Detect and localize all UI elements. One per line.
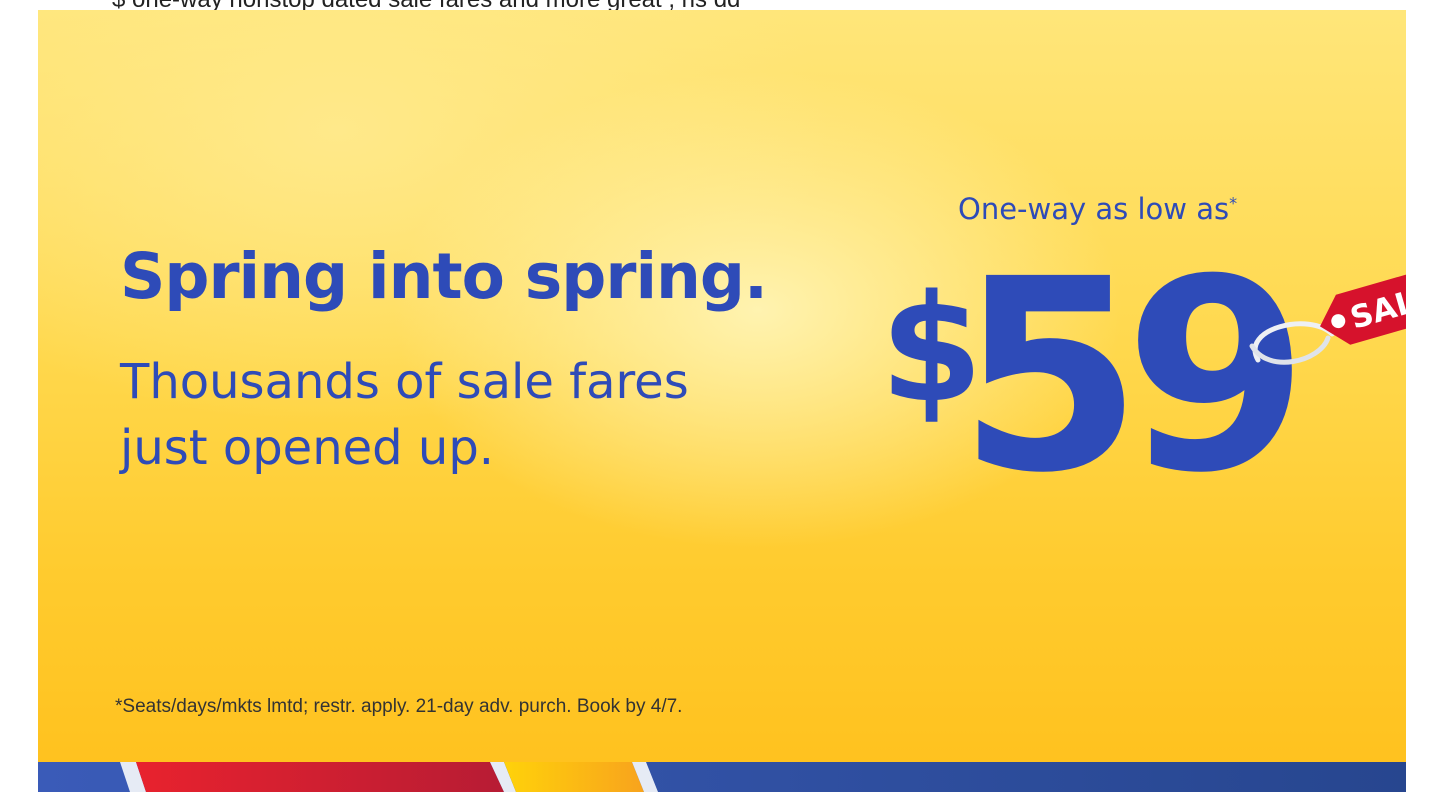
brand-stripes — [38, 762, 1406, 792]
stripe-yellow — [504, 762, 644, 792]
fineprint-disclaimer: *Seats/days/mkts lmtd; restr. apply. 21-… — [115, 696, 683, 717]
price-display: $ 59 SALE — [880, 223, 1406, 531]
price-amount: 59 — [958, 223, 1294, 531]
subline-first: Thousands of sale fares — [120, 354, 689, 410]
brand-stripe-bar — [38, 762, 1406, 792]
price-graphic: $ 59 SALE — [880, 223, 1406, 531]
price-caption: One-way as low as* — [958, 192, 1237, 226]
promo-banner[interactable]: Spring into spring. Thousands of sale fa… — [38, 10, 1406, 762]
top-strip-text: $ one-way nonstop dated sale fares and m… — [112, 0, 740, 10]
headline: Spring into spring. — [120, 240, 768, 313]
price-caption-text: One-way as low as — [958, 192, 1230, 226]
stripe-red — [136, 762, 504, 792]
price-caption-asterisk: * — [1229, 193, 1238, 213]
subline-second: just opened up. — [120, 420, 495, 476]
top-strip: $ one-way nonstop dated sale fares and m… — [0, 0, 1437, 10]
